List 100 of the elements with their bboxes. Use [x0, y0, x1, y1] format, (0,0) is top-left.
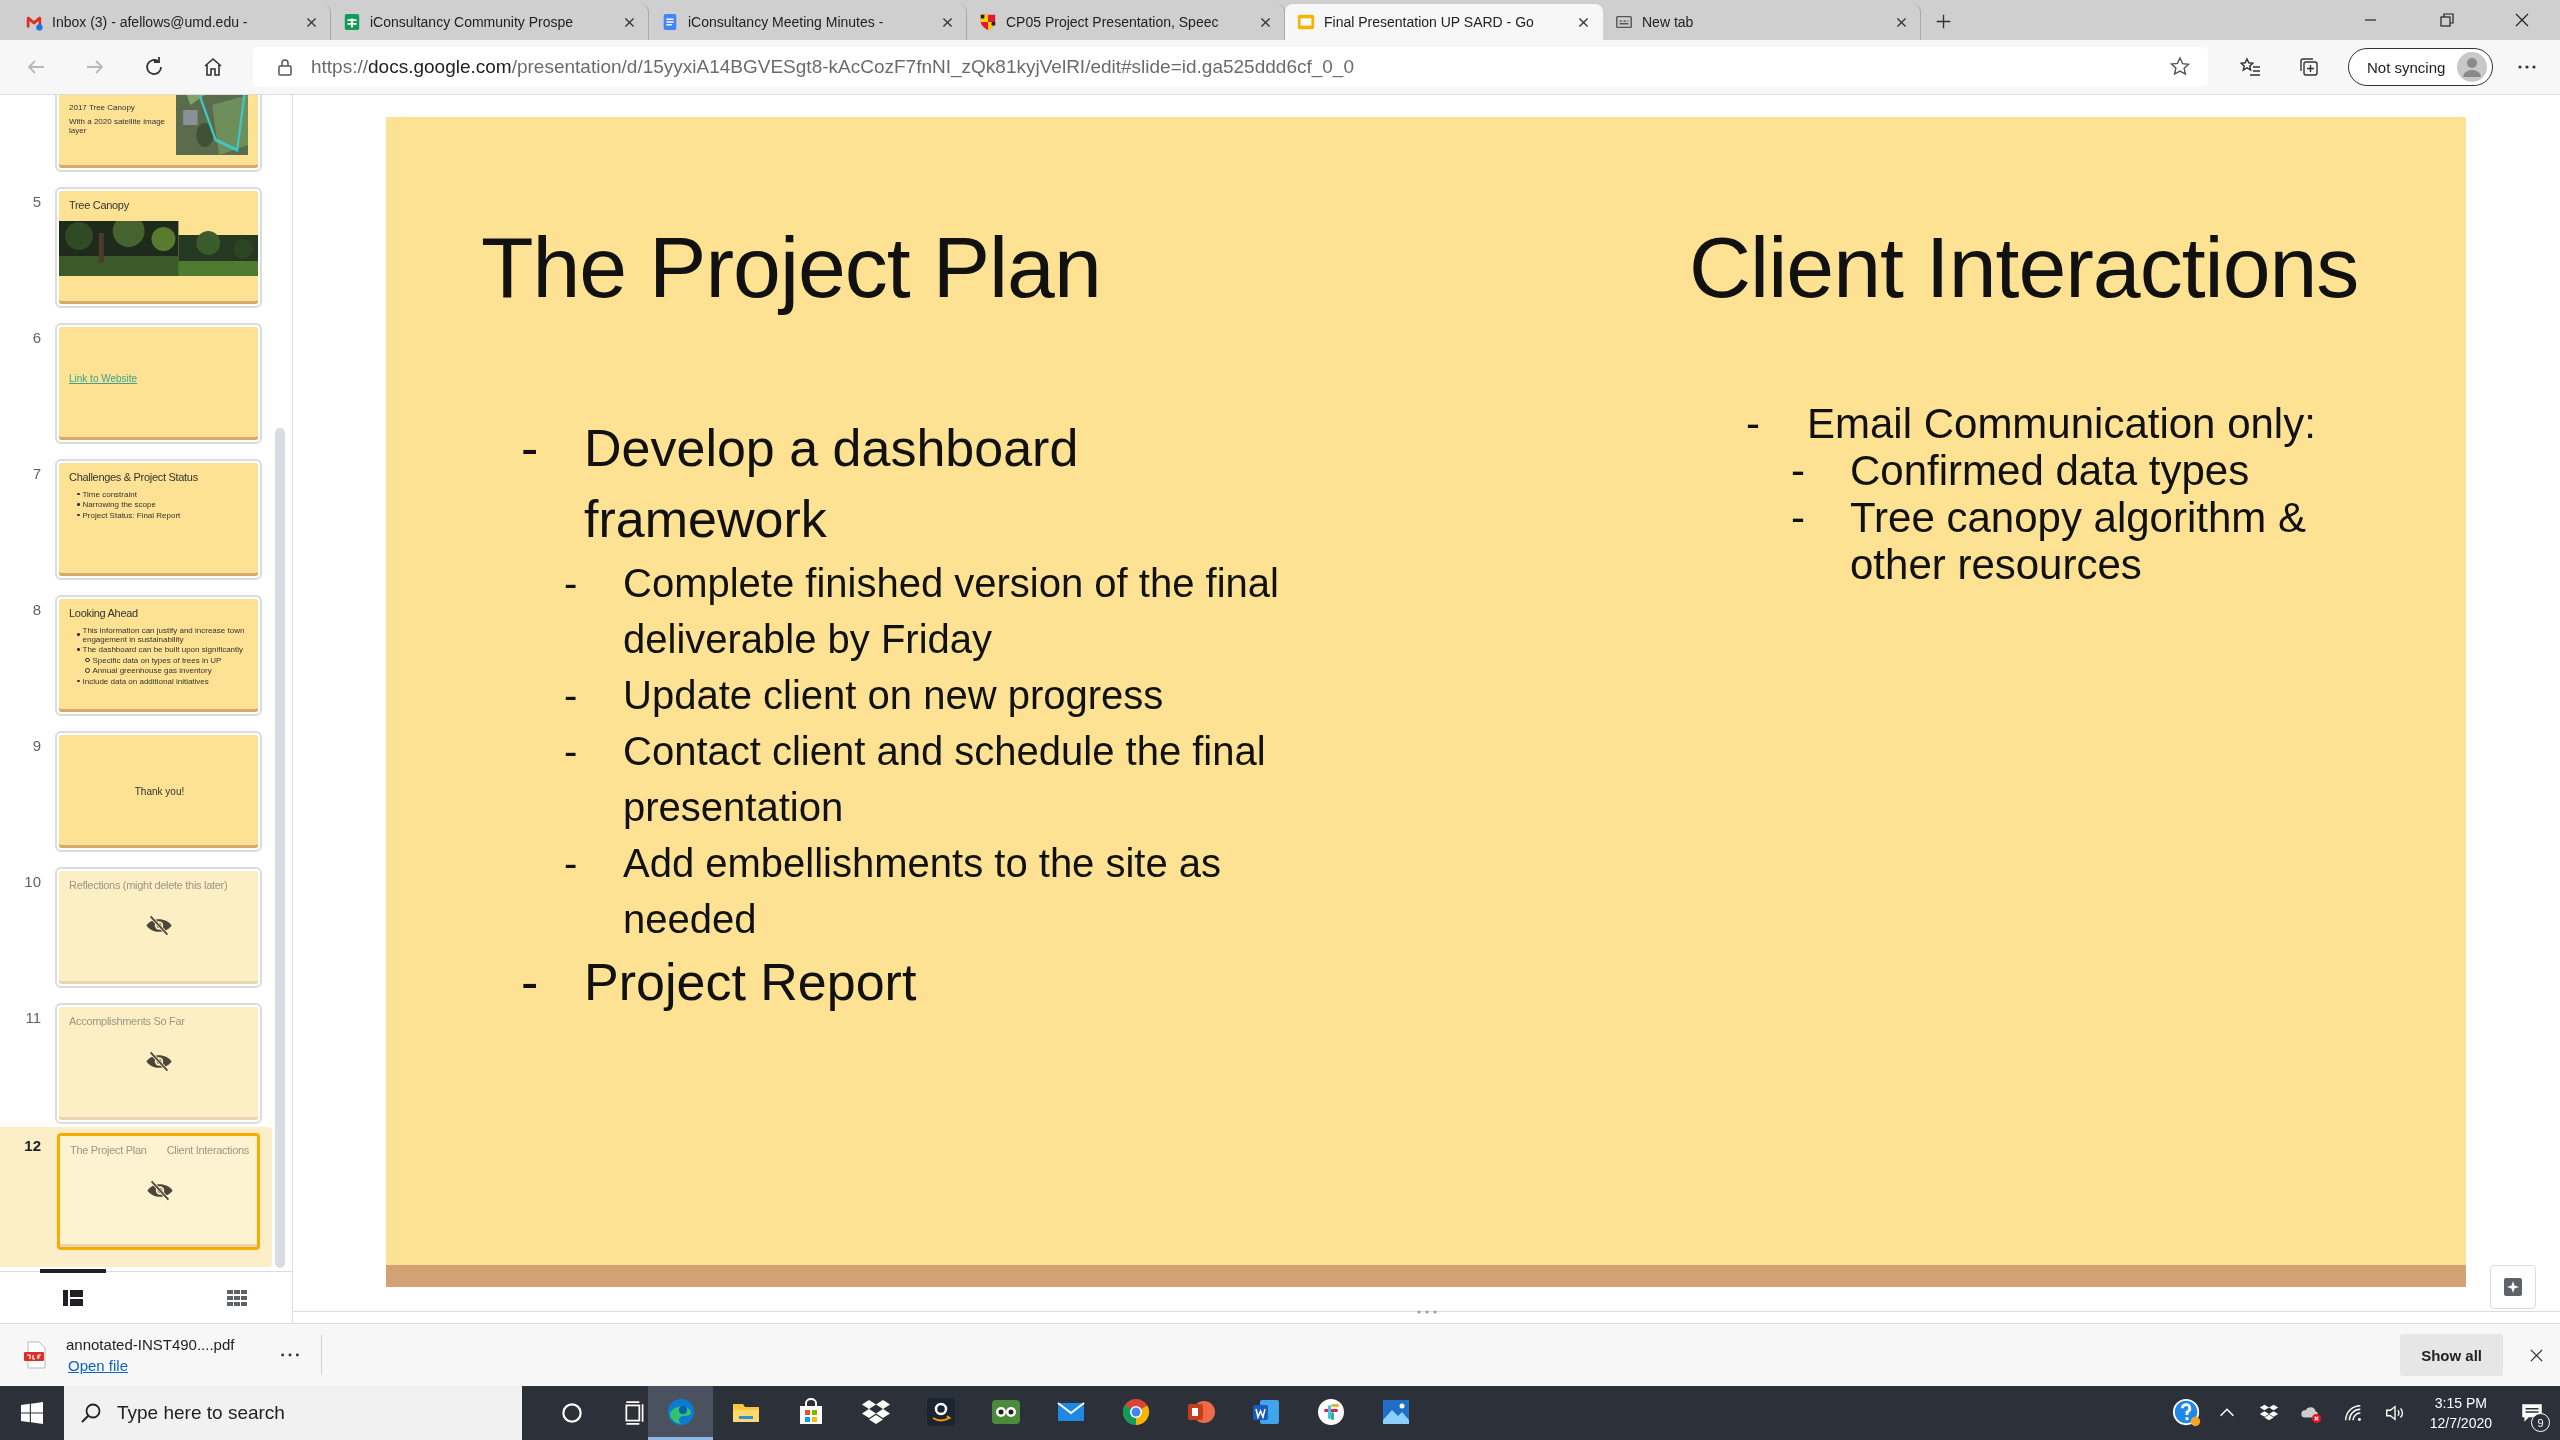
thumbnail-text: Specific data on types of trees in UP	[92, 655, 222, 665]
thumbnail-link: Link to Website	[69, 373, 138, 384]
thumbnail-text: The dashboard can be built upon significantly	[82, 645, 244, 654]
close-icon[interactable]	[2529, 1347, 2544, 1363]
notification-count: 9	[2531, 1413, 2550, 1432]
eye-slash-icon	[146, 1180, 174, 1201]
thumbnail-title: Thank you!	[134, 786, 185, 797]
url-text: https://docs.google.com/presentation/d/15yyxiA14BGVESgt8-kAcCozF7fnNI_zQk81kyjVelRI/edit#slide=id.ga525ddd6cf_0_0	[311, 56, 1354, 78]
thumbnail-title: Looking Ahead	[69, 607, 138, 619]
spreadsheet-icon	[343, 13, 361, 31]
slide-number: 11	[24, 1008, 41, 1026]
close-icon[interactable]	[1895, 15, 1908, 29]
thumbnail-text: Time constraint	[82, 489, 137, 499]
profile-button[interactable]: Not syncing	[2348, 48, 2494, 86]
thumbnail-title: Challenges & Project Status	[69, 471, 198, 483]
thumbnail-text: 2017 Tree Canopy	[69, 103, 136, 112]
list-view-icon	[63, 1290, 83, 1306]
bullet-dash: -	[564, 560, 579, 607]
bullet-dash: -	[1791, 494, 1806, 541]
collections-icon[interactable]	[2297, 55, 2321, 79]
slide-thumbnail[interactable]	[57, 597, 260, 714]
pdf-file-icon[interactable]	[24, 1341, 48, 1369]
slide-number: 5	[31, 192, 41, 210]
slide-number: 10	[23, 872, 41, 890]
bullet-dash: -	[564, 840, 579, 887]
bullet-dash: -	[1791, 447, 1806, 494]
more-icon[interactable]	[279, 1351, 302, 1359]
bullet-text: Project Report	[584, 952, 917, 1013]
bullet-text: Develop a dashboard framework	[584, 418, 1080, 550]
slide-number: 6	[31, 328, 41, 346]
slide-thumbnail[interactable]: Challenges & Project Status Time constraint Narrowing the scope Project Status: Final Report	[57, 461, 260, 578]
slide-thumbnail[interactable]: 2017 Tree Canopy With a 2020 satellite image layer	[57, 95, 260, 170]
slide-number: 8	[31, 600, 41, 618]
grid-view-icon	[226, 1290, 247, 1306]
slide-title: Client Interactions	[1689, 218, 2359, 317]
bullet-dash: -	[564, 672, 579, 719]
slide-number: 7	[31, 464, 41, 482]
sparkle-icon	[2501, 1275, 2525, 1299]
bullet-icon	[77, 503, 80, 506]
close-icon[interactable]	[1577, 15, 1590, 29]
new-tab-icon[interactable]	[1935, 13, 1952, 30]
thumbnail-text: With a 2020 satellite image layer	[69, 117, 167, 135]
slide-thumbnail[interactable]: Tree Canopy	[57, 189, 260, 306]
thumbnail-text: Project Status: Final Report	[82, 510, 181, 520]
slide-title: The Project Plan	[481, 218, 1101, 317]
thumbnail-text: Annual greenhouse gas inventory	[92, 666, 212, 675]
bullet-icon	[77, 513, 80, 517]
search-field[interactable]: Type here to search	[64, 1386, 522, 1440]
slide-number: 12	[23, 1136, 41, 1154]
bullet-icon	[77, 492, 80, 496]
scrollbar[interactable]	[275, 428, 285, 1268]
bullet-dash: -	[521, 952, 540, 1013]
presentation-icon	[1297, 13, 1315, 31]
window-icon	[1615, 13, 1633, 31]
avatar-icon	[2457, 52, 2488, 82]
close-icon[interactable]	[941, 15, 954, 29]
thumbnail-title: Tree Canopy	[69, 199, 129, 211]
thumbnail-title: Reflections (might delete this later)	[69, 879, 228, 891]
bullet-dash: -	[1746, 400, 1761, 447]
open-file-link[interactable]: Open file	[68, 1357, 235, 1374]
close-icon[interactable]	[305, 15, 318, 29]
help-icon[interactable]	[2171, 1398, 2202, 1428]
address-field[interactable]: https://docs.google.com/presentation/d/15yyxiA14BGVESgt8-kAcCozF7fnNI_zQk81kyjVelRI/edit#slide=id.ga525ddd6cf_0_0	[253, 47, 2208, 87]
search-icon	[79, 1401, 103, 1425]
favorites-icon[interactable]	[2238, 55, 2262, 79]
close-icon[interactable]	[1259, 15, 1272, 29]
file-name: annotated-INST490....pdf	[66, 1336, 235, 1353]
clock-date[interactable]: 12/7/2020	[2429, 1413, 2492, 1433]
browser-tab[interactable]: Final Presentation UP SARD - Go	[1285, 4, 1603, 40]
show-all-button[interactable]: Show all	[2400, 1334, 2503, 1376]
thumbnail-title: Client Interactions	[166, 1144, 249, 1156]
speaker-icon[interactable]	[2383, 1402, 2406, 1424]
thumbnail-text: Include data on additional initiatives	[82, 676, 209, 686]
explore-button[interactable]	[2490, 1265, 2536, 1309]
slide-thumbnail[interactable]: Thank you!	[57, 733, 260, 850]
bullet-icon	[85, 657, 90, 663]
thumbnail-title: Accomplishments So Far	[69, 1015, 185, 1027]
document-icon	[661, 13, 679, 31]
clock-time[interactable]: 3:15 PM	[2434, 1393, 2487, 1413]
thumbnail-text: Narrowing the scope	[82, 500, 156, 509]
bullet-text: Complete finished version of the final deliverable by Friday	[623, 560, 1280, 663]
start-icon[interactable]	[21, 1402, 43, 1424]
bullet-text: Update client on new progress	[623, 672, 1164, 719]
thumbnail-text: This information can justify and increase town engagement in sustainability	[82, 625, 246, 644]
close-icon[interactable]	[623, 15, 636, 29]
shield-icon	[979, 13, 997, 31]
circle-icon[interactable]	[559, 1400, 585, 1426]
bullet-dash: -	[521, 418, 540, 479]
bullet-text: Email Communication only:	[1807, 400, 2316, 447]
slide-number: 9	[31, 736, 41, 754]
eye-slash-icon	[145, 1051, 173, 1072]
bullet-icon	[77, 679, 80, 683]
eye-slash-icon	[145, 915, 173, 936]
lock-icon[interactable]	[275, 57, 295, 77]
bullet-text: Add embellishments to the site as needed	[623, 840, 1223, 943]
bullet-text: Contact client and schedule the final presentation	[623, 728, 1267, 831]
bullet-text: Confirmed data types	[1850, 447, 2250, 494]
bullet-dash: -	[564, 728, 579, 775]
bullet-icon	[77, 648, 80, 651]
thumbnail-title: The Project Plan	[70, 1144, 147, 1156]
